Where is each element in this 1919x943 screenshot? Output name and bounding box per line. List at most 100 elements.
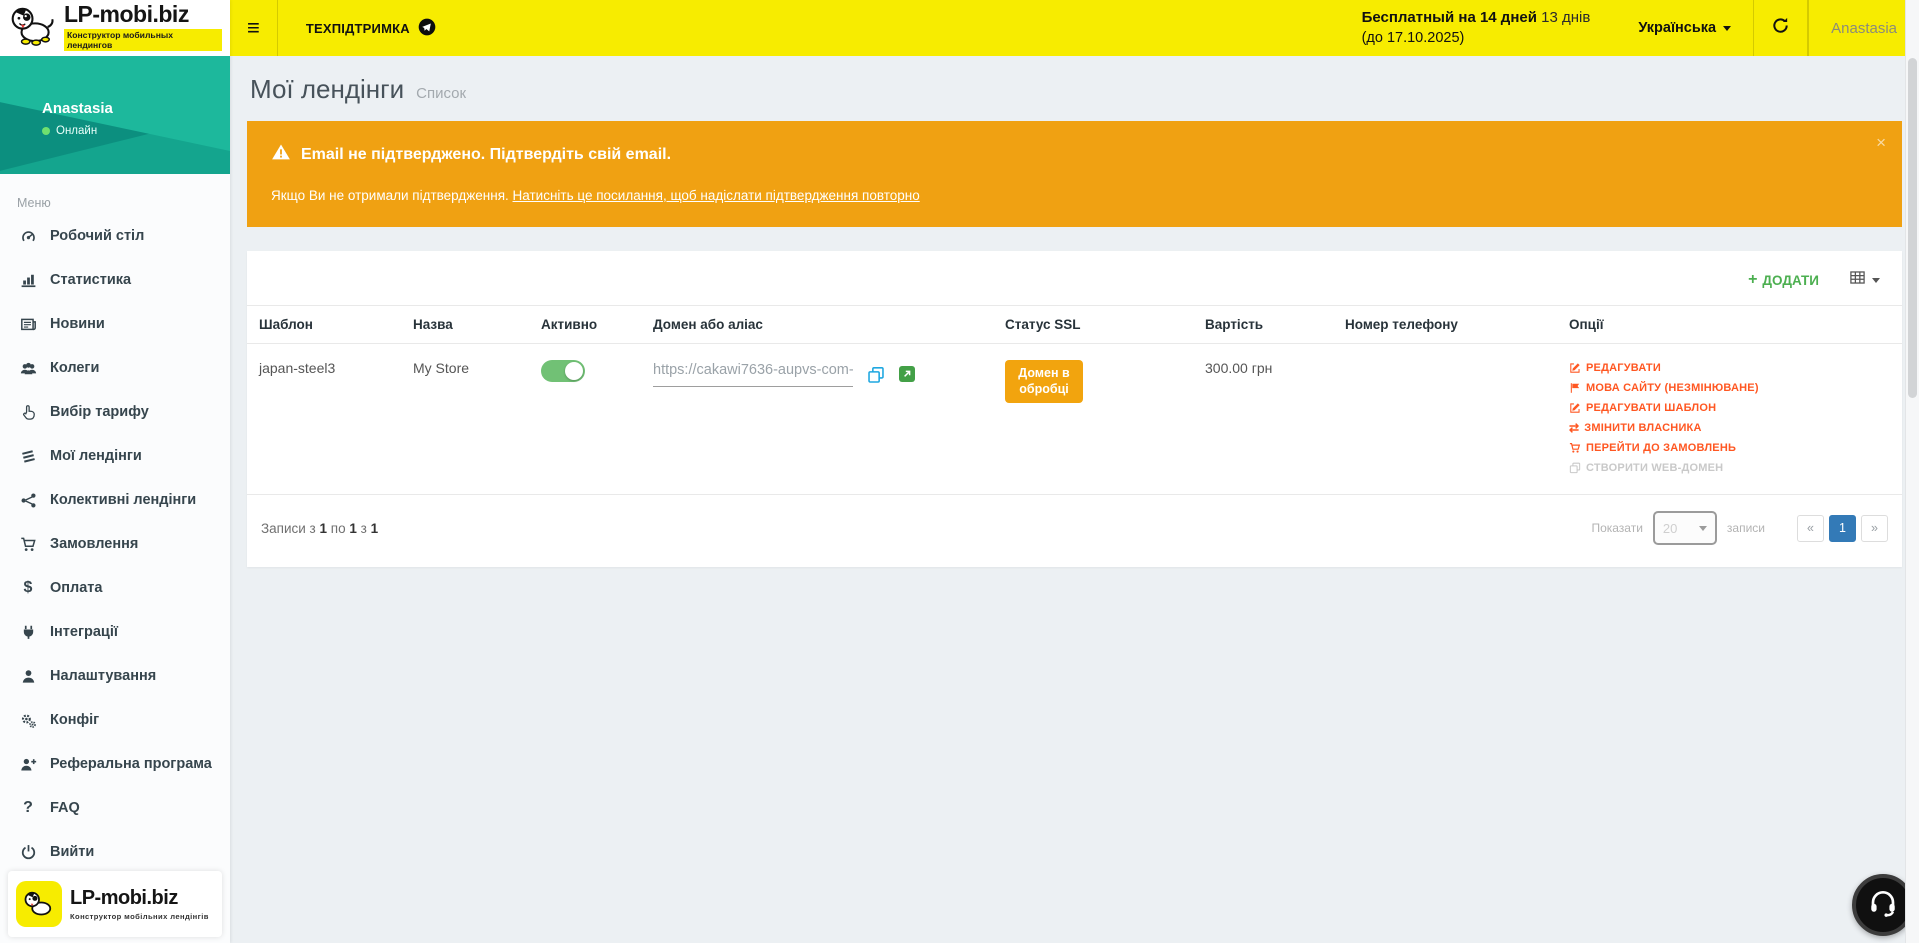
sidebar-item-label: Колеги <box>50 360 99 376</box>
table-header-row: Шаблон Назва Активно Домен або аліас Ста… <box>247 306 1902 344</box>
topbar-username[interactable]: Anastasia <box>1808 0 1919 56</box>
stack-icon <box>18 448 38 465</box>
active-toggle[interactable] <box>541 360 585 382</box>
sidebar-item-label: Інтеграції <box>50 624 118 640</box>
scrollbar-thumb[interactable] <box>1908 58 1917 398</box>
app-logo[interactable]: LP-mobi.biz Конструктор мобильных лендин… <box>0 0 230 56</box>
sidebar-item-collective-landings[interactable]: Колективні лендінги <box>0 478 230 522</box>
refresh-icon <box>1771 16 1790 40</box>
sidebar-item-integrations[interactable]: Інтеграції <box>0 610 230 654</box>
gears-icon <box>18 712 38 729</box>
sidebar-toggle-button[interactable]: ≡ <box>230 0 278 56</box>
sidebar-item-label: Робочий стіл <box>50 228 144 244</box>
option-label: РЕДАГУВАТИ <box>1586 362 1661 374</box>
hand-pointer-icon <box>18 404 38 421</box>
user-plus-icon <box>18 756 38 773</box>
sidebar-item-label: Оплата <box>50 580 102 596</box>
sidebar: LP-mobi.biz Конструктор мобильных лендин… <box>0 0 230 943</box>
add-button-label: ДОДАТИ <box>1762 273 1819 288</box>
sidebar-item-label: Новини <box>50 316 105 332</box>
support-button[interactable]: ТЕХПІДТРИМКА <box>278 0 462 56</box>
summary-text: з <box>357 521 371 536</box>
site-language-link[interactable]: МОВА САЙТУ (НЕЗМІНЮВАНЕ) <box>1569 382 1894 394</box>
sidebar-item-label: Вибір тарифу <box>50 404 149 420</box>
add-landing-button[interactable]: + ДОДАТИ <box>1748 271 1819 289</box>
user-icon <box>18 668 38 685</box>
trial-days-left: 13 днів <box>1541 9 1590 26</box>
sidebar-item-dashboard[interactable]: Робочий стіл <box>0 214 230 258</box>
sidebar-item-label: Мої лендінги <box>50 448 142 464</box>
sidebar-item-news[interactable]: Новини <box>0 302 230 346</box>
prev-page-button[interactable]: « <box>1797 515 1824 542</box>
footer-logo-subtitle: Конструктор мобільних лендінгів <box>70 912 209 921</box>
go-to-orders-link[interactable]: ПЕРЕЙТИ ДО ЗАМОВЛЕНЬ <box>1569 442 1894 454</box>
language-dropdown[interactable]: Українська <box>1616 0 1753 56</box>
dashboard-icon <box>18 228 38 245</box>
sidebar-item-label: Колективні лендінги <box>50 492 196 508</box>
page-size-value: 20 <box>1663 521 1677 536</box>
sidebar-item-label: Вийти <box>50 844 94 860</box>
email-warning-banner: Email не підтверджено. Підтвердіть свій … <box>247 121 1902 227</box>
sidebar-item-referral[interactable]: Реферальна програма <box>0 742 230 786</box>
sidebar-item-config[interactable]: Конфіг <box>0 698 230 742</box>
show-label: Показати <box>1591 521 1642 535</box>
sidebar-item-statistics[interactable]: Статистика <box>0 258 230 302</box>
cell-template: japan-steel3 <box>247 344 405 495</box>
scrollbar[interactable] <box>1905 0 1919 943</box>
trial-until: (до 17.10.2025) <box>1362 28 1591 49</box>
chevron-down-icon <box>1699 526 1707 531</box>
trial-info: Бесплатный на 14 дней 13 днів (до 17.10.… <box>1362 0 1617 56</box>
copy-icon[interactable] <box>867 366 885 387</box>
sidebar-item-faq[interactable]: ? FAQ <box>0 786 230 830</box>
sidebar-item-settings[interactable]: Налаштування <box>0 654 230 698</box>
landings-card: + ДОДАТИ Шаблон Назва Активно Доме <box>247 251 1902 567</box>
question-icon: ? <box>18 800 38 816</box>
records-summary: Записи з 1 по 1 з 1 <box>261 521 378 536</box>
sidebar-footer-logo[interactable]: LP-mobi.biz Конструктор мобільних лендін… <box>8 871 222 937</box>
warning-icon <box>271 143 291 166</box>
cart-icon <box>18 536 38 553</box>
sidebar-user-status: Онлайн <box>56 125 97 137</box>
create-web-domain-link: СТВОРИТИ WEB-ДОМЕН <box>1569 462 1894 474</box>
support-label: ТЕХПІДТРИМКА <box>306 21 410 36</box>
sidebar-item-my-landings[interactable]: Мої лендінги <box>0 434 230 478</box>
col-price: Вартість <box>1197 306 1337 344</box>
sidebar-item-logout[interactable]: Вийти <box>0 830 230 874</box>
users-icon <box>18 360 38 377</box>
sidebar-item-orders[interactable]: Замовлення <box>0 522 230 566</box>
col-template: Шаблон <box>247 306 405 344</box>
domain-input[interactable]: https://cakawi7636-aupvs-com-42 <box>653 360 853 387</box>
close-icon[interactable]: × <box>1876 133 1886 153</box>
resend-confirmation-link[interactable]: Натисніть це посилання, щоб надіслати пі… <box>513 188 920 203</box>
plus-icon: + <box>1748 271 1757 289</box>
sidebar-item-payment[interactable]: $ Оплата <box>0 566 230 610</box>
change-owner-link[interactable]: ⇄ ЗМІНИТИ ВЛАСНИКА <box>1569 422 1894 434</box>
col-name: Назва <box>405 306 533 344</box>
language-label: Українська <box>1638 20 1716 36</box>
edit-template-link[interactable]: РЕДАГУВАТИ ШАБЛОН <box>1569 402 1894 414</box>
external-link-icon[interactable] <box>899 366 915 385</box>
col-ssl-status: Статус SSL <box>997 306 1197 344</box>
row-options: РЕДАГУВАТИ МОВА САЙТУ (НЕЗМІНЮВАНЕ) РЕДА… <box>1569 360 1894 474</box>
page-1-button[interactable]: 1 <box>1829 515 1856 542</box>
sidebar-item-tariff[interactable]: Вибір тарифу <box>0 390 230 434</box>
online-status-icon <box>42 127 50 135</box>
edit-link[interactable]: РЕДАГУВАТИ <box>1569 362 1894 374</box>
columns-dropdown-button[interactable] <box>1849 269 1880 291</box>
next-page-button[interactable]: » <box>1861 515 1888 542</box>
footer-logo-title: LP-mobi.biz <box>70 887 209 910</box>
warning-title: Email не підтверджено. Підтвердіть свій … <box>301 146 671 164</box>
pager: « 1 » <box>1797 515 1888 542</box>
page-size-select[interactable]: 20 <box>1653 511 1717 545</box>
col-domain: Домен або аліас <box>645 306 997 344</box>
refresh-button[interactable] <box>1753 0 1808 56</box>
chevron-down-icon <box>1723 26 1731 31</box>
option-label: МОВА САЙТУ (НЕЗМІНЮВАНЕ) <box>1586 382 1759 394</box>
col-options: Опції <box>1561 306 1902 344</box>
option-label: СТВОРИТИ WEB-ДОМЕН <box>1586 462 1723 474</box>
sidebar-item-colleagues[interactable]: Колеги <box>0 346 230 390</box>
summary-from: 1 <box>320 521 328 536</box>
dollar-icon: $ <box>18 580 38 596</box>
table-footer: Записи з 1 по 1 з 1 Показати 20 записи «… <box>247 495 1902 567</box>
sidebar-menu: Робочий стіл Статистика Новини Колеги Ви… <box>0 214 230 874</box>
